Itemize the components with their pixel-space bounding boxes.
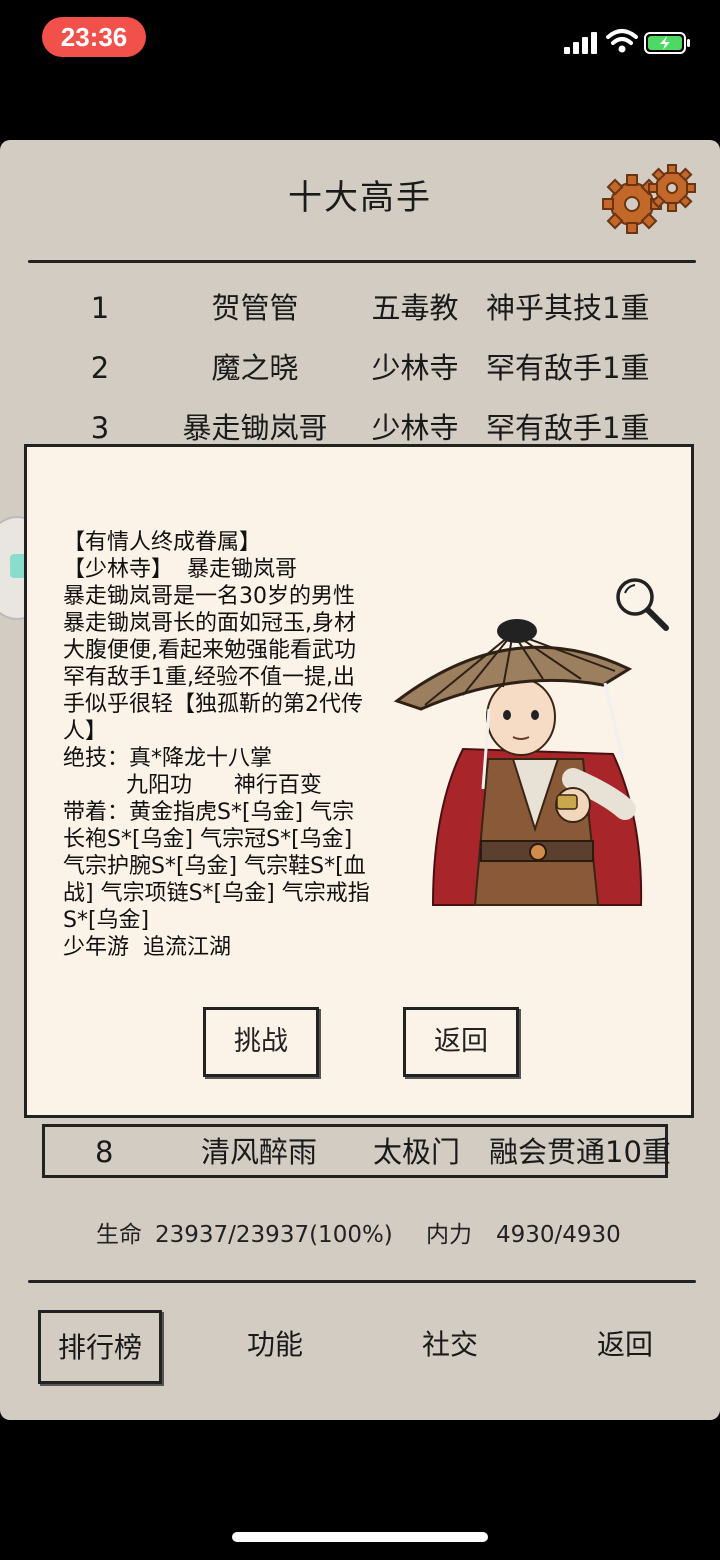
description-line: 少年游 追流江湖 [63,935,231,960]
player-level: 神乎其技1重 [486,291,650,325]
description-line: 【少林寺】 暴走锄岚哥 [63,557,297,582]
battery-icon [644,32,690,54]
nav-ranking[interactable]: 排行榜 [38,1310,162,1384]
hp-label: 生命 [96,1222,142,1248]
wifi-icon [606,29,638,53]
player-name: 清风醉雨 [201,1135,318,1169]
status-time: 23:36 [42,17,146,57]
mp-label: 内力 [426,1222,472,1248]
description-line: 九阳功 神行百变 [63,773,322,798]
status-bar: 23:36 [0,0,720,80]
player-name: 贺管管 [211,291,299,325]
back-button[interactable]: 返回 [403,1007,519,1077]
player-detail-dialog: 【有情人终成眷属】 【少林寺】 暴走锄岚哥 暴走锄岚哥是一名30岁的男性 暴走锄… [24,444,694,1118]
hp-value: 23937/23937(100%) [155,1222,393,1248]
gear-icon[interactable] [600,162,700,236]
rank-number: 1 [90,291,110,325]
description-line: 暴走锄岚哥是一名30岁的男性 [63,584,355,609]
footer-divider [28,1280,696,1283]
player-sect: 五毒教 [371,291,459,325]
nav-social[interactable]: 社交 [390,1310,510,1384]
challenge-button[interactable]: 挑战 [203,1007,319,1077]
player-sect: 少林寺 [371,351,459,385]
mp-value: 4930/4930 [496,1222,621,1248]
nav-functions[interactable]: 功能 [215,1310,335,1384]
nav-back[interactable]: 返回 [565,1310,685,1384]
description-line: 绝技：真*降龙十八掌 [63,746,273,771]
description-line: 带着：黄金指虎S*[乌金] 气宗长袍S*[乌金] 气宗冠S*[乌金] 气宗护腕S… [63,800,370,933]
description-line: 暴走锄岚哥长的面如冠玉,身材大腹便便,看起来勉强能看武功罕有敌手1重,经验不值一… [63,611,363,744]
player-level: 融会贯通10重 [489,1135,671,1169]
rank-number: 8 [95,1135,114,1169]
table-row[interactable]: 2 魔之晓 少林寺 罕有敌手1重 [0,338,720,398]
signal-icon [564,32,597,54]
rank-number: 2 [90,351,110,385]
player-name: 魔之晓 [211,351,299,385]
player-sect: 太极门 [373,1135,461,1169]
player-description: 【有情人终成眷属】 【少林寺】 暴走锄岚哥 暴走锄岚哥是一名30岁的男性 暴走锄… [63,529,375,987]
table-row[interactable]: 1 贺管管 五毒教 神乎其技1重 [0,278,720,338]
home-indicator[interactable] [232,1532,488,1542]
header-divider [28,260,696,263]
character-portrait [393,619,643,906]
description-line: 【有情人终成眷属】 [63,530,262,555]
player-level: 罕有敌手1重 [486,351,650,385]
table-row[interactable]: 8 清风醉雨 太极门 融会贯通10重 [42,1124,671,1178]
